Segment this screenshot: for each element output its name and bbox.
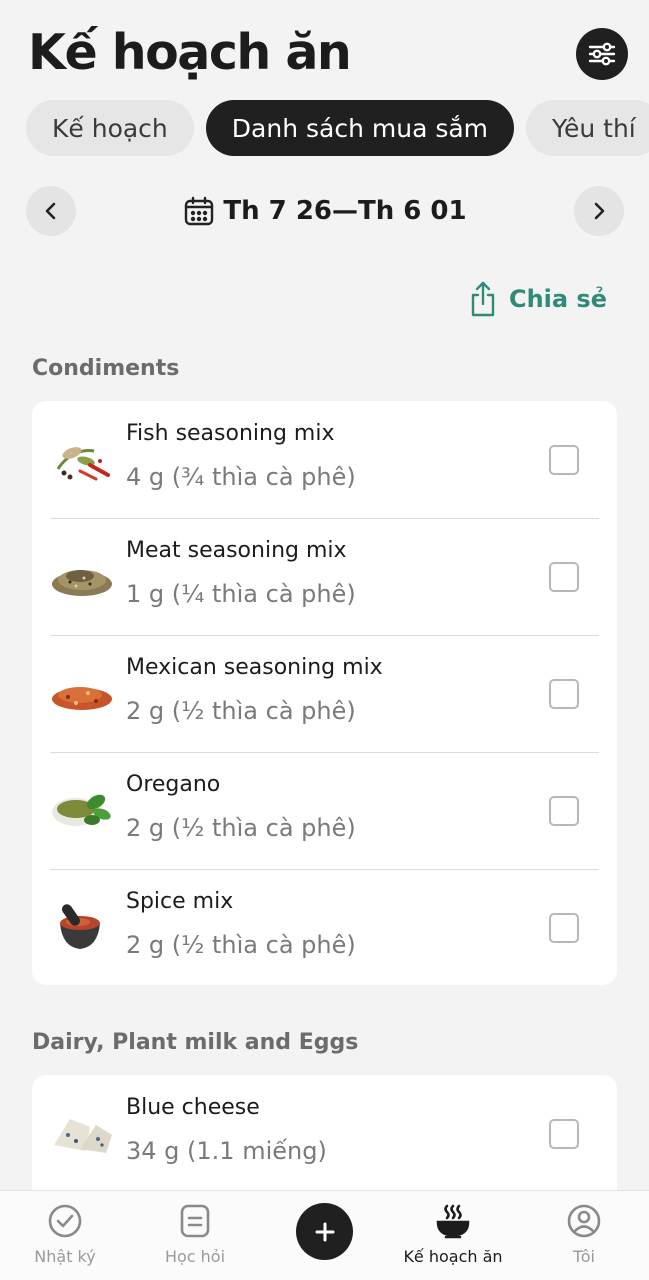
item-checkbox[interactable] [549, 679, 579, 709]
nav-me[interactable]: Tôi [519, 1191, 649, 1280]
item-quantity: 34 g (1.1 miếng) [126, 1137, 327, 1165]
item-name: Blue cheese [126, 1095, 260, 1120]
nav-label: Nhật ký [34, 1247, 96, 1266]
item-quantity: 2 g (½ thìa cà phê) [126, 814, 356, 842]
week-navigator: Th 7 26—Th 6 01 [26, 186, 624, 236]
item-quantity: 1 g (¼ thìa cà phê) [126, 580, 356, 608]
item-name: Spice mix [126, 889, 234, 914]
item-checkbox[interactable] [549, 913, 579, 943]
check-circle-icon [47, 1203, 83, 1239]
nav-label: Tôi [573, 1247, 595, 1266]
add-button[interactable] [296, 1203, 353, 1260]
list-item[interactable]: Spice mix 2 g (½ thìa cà phê) [32, 869, 617, 985]
nav-meal-plan[interactable]: Kế hoạch ăn [388, 1191, 518, 1280]
item-quantity: 2 g (½ thìa cà phê) [126, 931, 356, 959]
item-checkbox[interactable] [549, 796, 579, 826]
item-thumbnail [50, 1105, 114, 1161]
tab-shopping-list[interactable]: Danh sách mua sắm [205, 100, 515, 156]
item-thumbnail [50, 431, 114, 487]
list-item[interactable]: Meat seasoning mix 1 g (¼ thìa cà phê) [32, 518, 617, 635]
item-name: Mexican seasoning mix [126, 655, 383, 680]
item-name: Fish seasoning mix [126, 421, 335, 446]
nav-label: Kế hoạch ăn [403, 1247, 503, 1266]
item-thumbnail [50, 665, 114, 721]
next-week-button[interactable] [574, 186, 624, 236]
filter-settings-button[interactable] [576, 28, 628, 80]
list-item[interactable]: Oregano 2 g (½ thìa cà phê) [32, 752, 617, 869]
section-title-condiments: Condiments [32, 356, 180, 381]
item-quantity: 2 g (½ thìa cà phê) [126, 697, 356, 725]
list-item[interactable]: Fish seasoning mix 4 g (¾ thìa cà phê) [32, 401, 617, 518]
item-thumbnail [50, 899, 114, 955]
tab-bar: Kế hoạch Danh sách mua sắm Yêu thí [26, 100, 649, 156]
share-button[interactable]: Chia sẻ [469, 280, 607, 318]
share-label: Chia sẻ [508, 285, 607, 313]
item-thumbnail [50, 782, 114, 838]
user-icon [566, 1203, 602, 1239]
nav-diary[interactable]: Nhật ký [0, 1191, 130, 1280]
list-item[interactable]: Mexican seasoning mix 2 g (½ thìa cà phê… [32, 635, 617, 752]
page-title: Kế hoạch ăn [28, 24, 352, 81]
nav-label: Học hỏi [164, 1247, 226, 1266]
item-quantity: 4 g (¾ thìa cà phê) [126, 463, 356, 491]
previous-week-button[interactable] [26, 186, 76, 236]
chevron-right-icon [594, 202, 605, 220]
date-range: Th 7 26—Th 6 01 [26, 186, 624, 236]
item-checkbox[interactable] [549, 445, 579, 475]
date-range-label: Th 7 26—Th 6 01 [223, 196, 467, 226]
list-item[interactable]: Blue cheese 34 g (1.1 miếng) [32, 1075, 617, 1192]
nav-learn[interactable]: Học hỏi [130, 1191, 260, 1280]
calendar-icon [183, 195, 215, 227]
tab-plan[interactable]: Kế hoạch [26, 100, 194, 156]
chevron-left-icon [45, 202, 56, 220]
bottom-navigation: Nhật ký Học hỏi Kế hoạch ăn Tôi [0, 1190, 649, 1280]
item-checkbox[interactable] [549, 562, 579, 592]
item-name: Meat seasoning mix [126, 538, 347, 563]
item-thumbnail [50, 548, 114, 604]
item-checkbox[interactable] [549, 1119, 579, 1149]
plus-icon [315, 1222, 334, 1241]
bowl-icon [435, 1203, 471, 1239]
section-title-dairy: Dairy, Plant milk and Eggs [32, 1030, 359, 1055]
sliders-icon [588, 42, 616, 66]
document-icon [179, 1203, 211, 1239]
share-icon [471, 281, 495, 317]
tab-favorites[interactable]: Yêu thí [526, 100, 649, 156]
item-name: Oregano [126, 772, 221, 797]
condiments-list: Fish seasoning mix 4 g (¾ thìa cà phê) M… [32, 401, 617, 985]
